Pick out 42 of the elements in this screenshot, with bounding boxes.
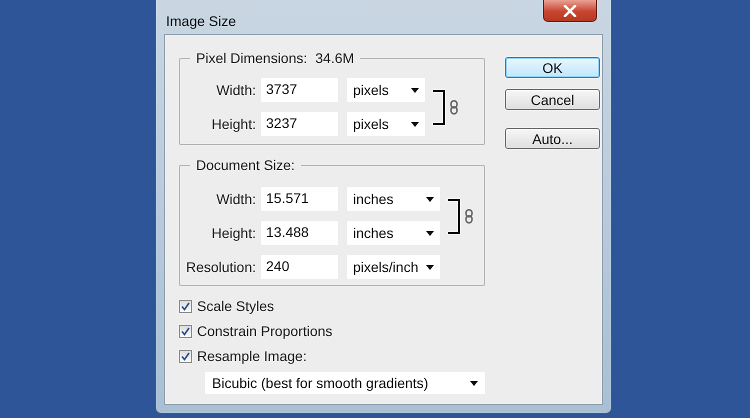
resample-dropdown[interactable]: Bicubic (best for smooth gradients) [205,372,485,394]
checkbox[interactable] [179,324,192,338]
field-label: Resolution: [184,259,256,275]
checkbox-label: Scale Styles [197,298,274,314]
caret-icon [411,88,419,92]
caret-icon [426,264,434,270]
input-field[interactable]: 15.571 [261,187,338,211]
dialog-button[interactable]: Cancel [505,89,600,110]
caret-icon [426,230,434,236]
checkbox[interactable] [179,350,192,362]
chain-link-icon [465,208,473,224]
input-field[interactable]: 13.488 [261,221,338,245]
input-field[interactable]: 240 [261,255,338,279]
caret-icon [470,380,478,386]
checkmark-icon [181,302,190,310]
unit-dropdown[interactable]: pixels/inch [347,255,440,279]
dialog-button[interactable]: OK [505,57,600,78]
checkmark-icon [181,326,190,336]
group-title: Document Size: [196,157,295,173]
field-label: Height: [210,225,256,241]
chain-link-icon [450,100,458,114]
unit-dropdown[interactable]: pixels [347,78,425,102]
checkbox-label: Resample Image: [197,348,307,364]
window-title: Image Size [166,13,236,29]
caret-icon [426,196,434,202]
checkbox[interactable] [179,300,192,312]
field-label: Height: [210,116,256,132]
unit-dropdown[interactable]: inches [347,221,440,245]
checkmark-icon [181,352,190,360]
field-label: Width: [215,191,256,207]
pixel-size: 34.6M [315,50,354,66]
dialog-button[interactable]: Auto... [505,128,600,149]
close-icon [563,4,577,16]
field-label: Width: [215,82,256,98]
unit-dropdown[interactable]: inches [347,187,440,211]
close-button[interactable] [543,0,597,22]
checkbox-label: Constrain Proportions [197,323,332,339]
input-field[interactable]: 3237 [261,112,338,136]
input-field[interactable]: 3737 [261,78,338,102]
unit-dropdown[interactable]: pixels [347,112,425,136]
group-title: Pixel Dimensions: [196,50,308,66]
caret-icon [411,122,419,126]
